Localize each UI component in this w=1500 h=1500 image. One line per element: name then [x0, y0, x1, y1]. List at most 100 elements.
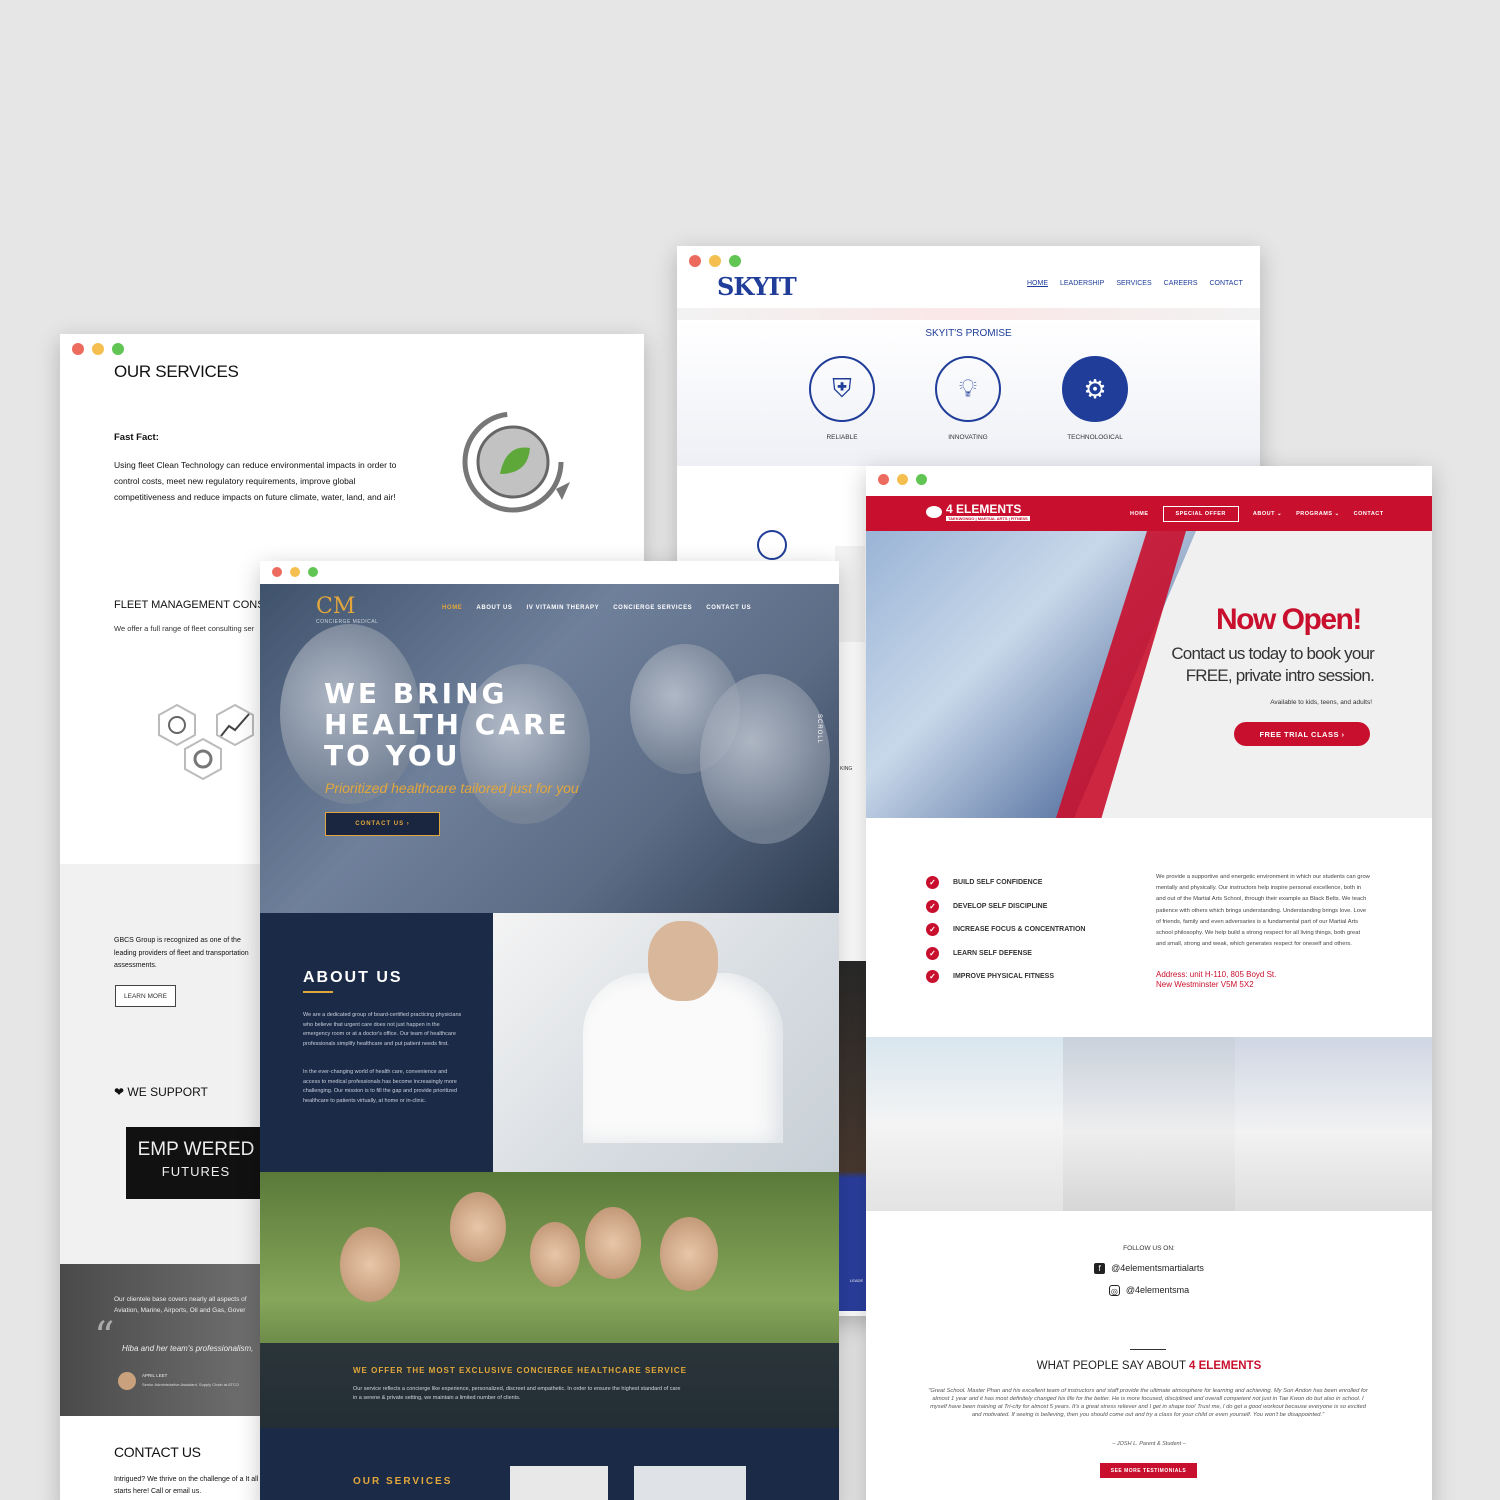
hero-subtitle: Prioritized healthcare tailored just for… — [325, 780, 579, 796]
services-title: OUR SERVICES — [353, 1476, 453, 1487]
testimonials-title-brand: 4 ELEMENTS — [1189, 1360, 1262, 1372]
instagram-link[interactable]: ◎ @4elementsma — [866, 1285, 1432, 1297]
benefit-label: BUILD SELF CONFIDENCE — [953, 879, 1043, 887]
promise-technological: ⚙ TECHNOLOGICAL — [1050, 356, 1140, 441]
nav-concierge-services[interactable]: CONCIERGE SERVICES — [613, 605, 692, 611]
nav-about[interactable]: ABOUT ⌄ — [1253, 511, 1282, 517]
maximize-dot[interactable] — [916, 474, 927, 485]
recycle-leaf-icon — [462, 411, 570, 513]
testimonial-text: Hiba and her team's professionalism, — [122, 1344, 254, 1353]
nav-contact[interactable]: CONTACT — [1209, 280, 1242, 287]
window-controls — [689, 255, 741, 267]
doctor-photo — [493, 913, 839, 1172]
empowered-line1: EMP WERED — [137, 1139, 255, 1160]
scroll-indicator[interactable]: SCROLL — [816, 714, 822, 744]
nav-home[interactable]: HOME — [1130, 511, 1149, 517]
minimize-dot[interactable] — [709, 255, 721, 267]
fe-navbar: 4 ELEMENTS TAEKWONDO | MARTIAL ARTS | FI… — [866, 496, 1432, 531]
partial-button[interactable]: LEADE — [850, 1278, 863, 1283]
service-card[interactable] — [510, 1466, 608, 1500]
section-divider — [1130, 1349, 1166, 1350]
hero-title: Now Open! — [1216, 603, 1362, 636]
nav-about[interactable]: ABOUT US — [476, 605, 512, 611]
photo-gallery — [866, 1037, 1432, 1211]
check-icon: ✓ — [926, 923, 939, 937]
nav-contact[interactable]: CONTACT — [1354, 511, 1384, 517]
fe-logo[interactable]: 4 ELEMENTS TAEKWONDO | MARTIAL ARTS | FI… — [926, 502, 1030, 521]
close-dot[interactable] — [272, 567, 282, 577]
gallery-photo — [1235, 1037, 1432, 1211]
window-controls — [272, 567, 318, 577]
close-dot[interactable] — [72, 343, 84, 355]
heart-icon: ❤ — [114, 1085, 125, 1099]
learn-more-button[interactable]: LEARN MORE — [115, 985, 176, 1007]
skyit-logo[interactable]: SKYIT — [717, 272, 797, 301]
cm-logo[interactable]: CM CONCIERGE MEDICAL — [316, 594, 378, 625]
hexagon-icons — [158, 703, 254, 781]
testimonials-title: WHAT PEOPLE SAY ABOUT 4 ELEMENTS — [866, 1360, 1432, 1372]
nav-home[interactable]: HOME — [1027, 280, 1048, 287]
nav-contact[interactable]: CONTACT US — [706, 605, 751, 611]
nav-careers[interactable]: CAREERS — [1164, 280, 1198, 287]
hero-section: Now Open! Contact us today to book your … — [866, 531, 1432, 818]
maximize-dot[interactable] — [729, 255, 741, 267]
about-paragraph: We provide a supportive and energetic en… — [1156, 874, 1370, 948]
check-icon: ✓ — [926, 876, 939, 890]
concierge-medical-window: CM CONCIERGE MEDICAL HOME ABOUT US IV VI… — [260, 561, 839, 1500]
promise-innovating: 💡︎ INNOVATING — [923, 356, 1013, 441]
testimonials-title-text: WHAT PEOPLE SAY ABOUT — [1036, 1360, 1186, 1372]
nav-services[interactable]: SERVICES — [1116, 280, 1151, 287]
facebook-link[interactable]: f @4elementsmartialarts — [866, 1263, 1432, 1275]
about-title: ABOUT US — [303, 969, 403, 986]
logo-emblem-icon — [926, 505, 942, 518]
avatar — [118, 1372, 136, 1390]
nav-home[interactable]: HOME — [442, 605, 462, 611]
about-text: GBCS Group is recognized as one of the l… — [114, 937, 249, 969]
instagram-handle: @4elementsma — [1125, 1285, 1190, 1295]
nav-leadership[interactable]: LEADERSHIP — [1060, 280, 1104, 287]
skyit-nav: HOME LEADERSHIP SERVICES CAREERS CONTACT — [1027, 280, 1243, 287]
cm-logo-sub: CONCIERGE MEDICAL — [316, 619, 379, 625]
facebook-handle: @4elementsmartialarts — [1111, 1263, 1204, 1273]
see-more-testimonials-button[interactable]: SEE MORE TESTIMONIALS — [1100, 1463, 1197, 1478]
service-card[interactable] — [634, 1466, 746, 1500]
facebook-icon: f — [1094, 1263, 1106, 1275]
benefit-label: LEARN SELF DEFENSE — [953, 949, 1032, 957]
instagram-icon: ◎ — [1108, 1285, 1120, 1297]
shield-icon: ⛨ — [809, 356, 875, 422]
fast-fact-text: Using fleet Clean Technology can reduce … — [114, 460, 397, 502]
family-member — [660, 1217, 718, 1291]
close-dot[interactable] — [689, 255, 701, 267]
about-section: ABOUT US We are a dedicated group of boa… — [260, 913, 493, 1172]
four-elements-window: 4 ELEMENTS TAEKWONDO | MARTIAL ARTS | FI… — [866, 466, 1432, 1500]
list-item: ✓ LEARN SELF DEFENSE — [926, 942, 1085, 966]
hero-photo-person — [700, 674, 830, 844]
fe-menu: HOME SPECIAL OFFER ABOUT ⌄ PROGRAMS ⌄ CO… — [1130, 506, 1384, 522]
nav-iv-therapy[interactable]: IV VITAMIN THERAPY — [527, 605, 600, 611]
maximize-dot[interactable] — [112, 343, 124, 355]
testimonial-quote: "Great School. Master Phan and his excel… — [928, 1388, 1368, 1418]
minimize-dot[interactable] — [897, 474, 908, 485]
clock-icon — [757, 530, 787, 560]
close-dot[interactable] — [878, 474, 889, 485]
network-icon: ⚙ — [1062, 356, 1128, 422]
family-member — [585, 1207, 641, 1279]
minimize-dot[interactable] — [290, 567, 300, 577]
nav-special-offer[interactable]: SPECIAL OFFER — [1162, 506, 1239, 522]
cm-nav: HOME ABOUT US IV VITAMIN THERAPY CONCIER… — [442, 605, 751, 611]
benefit-label: INCREASE FOCUS & CONCENTRATION — [953, 926, 1086, 934]
nav-programs[interactable]: PROGRAMS ⌄ — [1296, 511, 1340, 517]
contact-us-button[interactable]: CONTACT US › — [325, 812, 440, 836]
technological-label: TECHNOLOGICAL — [1067, 434, 1123, 441]
doctor-head — [648, 921, 718, 1001]
list-item: ✓ BUILD SELF CONFIDENCE — [926, 871, 1085, 895]
lightbulb-icon: 💡︎ — [935, 356, 1001, 422]
maximize-dot[interactable] — [308, 567, 318, 577]
minimize-dot[interactable] — [92, 343, 104, 355]
free-trial-button[interactable]: FREE TRIAL CLASS › — [1234, 722, 1370, 746]
clientele-text: Our clientele base covers nearly all asp… — [114, 1296, 247, 1314]
fe-logo-sub: TAEKWONDO | MARTIAL ARTS | FITNESS — [946, 516, 1030, 521]
gallery-photo — [1063, 1037, 1235, 1211]
offer-title: WE OFFER THE MOST EXCLUSIVE CONCIERGE HE… — [353, 1366, 687, 1375]
address-line-2: New Westminster V5M 5X2 — [1156, 980, 1254, 989]
